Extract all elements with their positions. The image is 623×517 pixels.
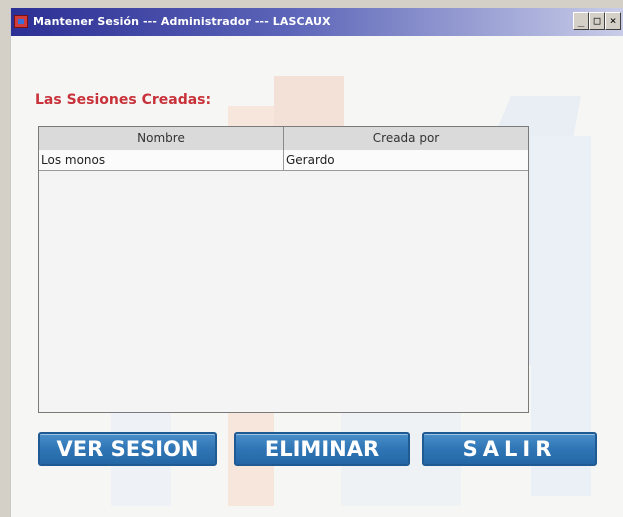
- window-title: Mantener Sesión --- Administrador --- LA…: [33, 15, 331, 28]
- maximize-button[interactable]: □: [589, 12, 605, 30]
- column-header-creada-por[interactable]: Creada por: [284, 127, 528, 150]
- table-row[interactable]: Los monos Gerardo: [39, 150, 528, 171]
- salir-button[interactable]: SALIR: [422, 432, 597, 466]
- cell-creada-por[interactable]: Gerardo: [284, 150, 528, 170]
- ver-sesion-button[interactable]: VER SESION: [38, 432, 217, 466]
- minimize-button[interactable]: _: [573, 12, 589, 30]
- page-title: Las Sesiones Creadas:: [35, 92, 212, 108]
- app-icon: [14, 15, 28, 28]
- title-bar[interactable]: Mantener Sesión --- Administrador --- LA…: [11, 8, 623, 36]
- column-header-nombre[interactable]: Nombre: [39, 127, 284, 150]
- eliminar-button[interactable]: ELIMINAR: [234, 432, 410, 466]
- table-header: Nombre Creada por: [39, 127, 528, 151]
- close-button[interactable]: ×: [605, 12, 621, 30]
- sessions-table: Nombre Creada por Los monos Gerardo: [38, 126, 529, 413]
- main-window: Mantener Sesión --- Administrador --- LA…: [10, 8, 623, 517]
- cell-nombre[interactable]: Los monos: [39, 150, 284, 170]
